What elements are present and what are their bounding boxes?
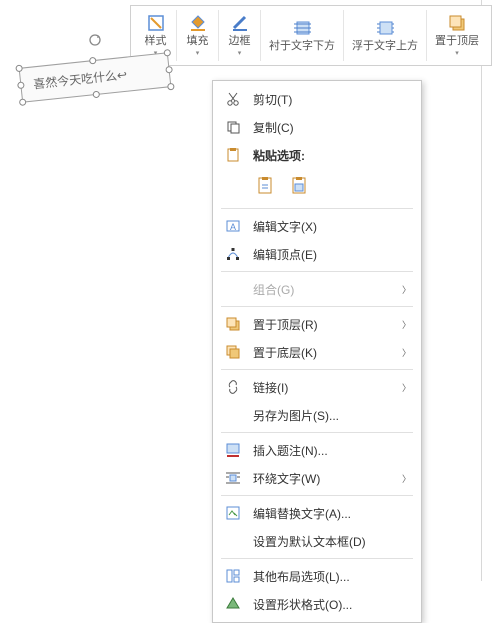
svg-text:A: A [230, 222, 236, 232]
copy-icon [223, 118, 243, 136]
resize-handle[interactable] [167, 83, 175, 91]
caption-icon [223, 441, 243, 459]
style-icon [147, 14, 165, 32]
separator [221, 306, 413, 307]
separator [221, 271, 413, 272]
border-button[interactable]: 边框 ▾ [219, 10, 261, 61]
chevron-right-icon: 〉 [402, 318, 411, 331]
behind-text-button[interactable]: 衬于文字下方 [261, 10, 344, 61]
selected-shape[interactable]: 喜然今天吃什么↩ [20, 60, 170, 110]
paste-picture[interactable] [287, 173, 313, 199]
menu-format-shape[interactable]: 设置形状格式(O)... [213, 590, 421, 618]
chevron-right-icon: 〉 [402, 283, 411, 296]
menu-more-layout[interactable]: 其他布局选项(L)... [213, 562, 421, 590]
shape-textbox[interactable]: 喜然今天吃什么↩ [19, 52, 172, 102]
separator [221, 495, 413, 496]
edit-text-icon: A [223, 217, 243, 235]
bring-top-label: 置于顶层 [435, 35, 479, 48]
rotate-handle-icon[interactable] [87, 32, 103, 48]
mini-toolbar: 样式 ▾ 填充 ▾ 边框 ▾ 衬于文字下方 浮于文字上方 置于顶层 ▾ [130, 5, 492, 66]
fill-icon [189, 14, 207, 32]
edit-points-icon [223, 245, 243, 263]
menu-paste-options-header: 粘贴选项: [213, 141, 421, 169]
style-label: 样式 [145, 35, 167, 48]
resize-handle[interactable] [19, 98, 27, 106]
bring-top-icon [448, 14, 466, 32]
resize-handle[interactable] [92, 91, 100, 99]
menu-save-as-pic[interactable]: 另存为图片(S)... [213, 401, 421, 429]
context-menu: 剪切(T) 复制(C) 粘贴选项: A编辑文字(X) 编辑顶点(E) 组合(G)… [212, 80, 422, 623]
chevron-right-icon: 〉 [402, 381, 411, 394]
blank-icon [223, 406, 243, 424]
front-text-button[interactable]: 浮于文字上方 [344, 10, 427, 61]
separator [221, 558, 413, 559]
paste-options-row [213, 169, 421, 205]
menu-link[interactable]: 链接(I)〉 [213, 373, 421, 401]
resize-handle[interactable] [165, 65, 173, 73]
link-icon [223, 378, 243, 396]
resize-handle[interactable] [89, 57, 97, 65]
bring-front-icon [223, 315, 243, 333]
menu-group: 组合(G)〉 [213, 275, 421, 303]
menu-copy[interactable]: 复制(C) [213, 113, 421, 141]
menu-caption[interactable]: 插入题注(N)... [213, 436, 421, 464]
resize-handle[interactable] [17, 81, 25, 89]
blank-icon [223, 532, 243, 550]
menu-default-textbox[interactable]: 设置为默认文本框(D) [213, 527, 421, 555]
group-icon [223, 280, 243, 298]
cut-icon [223, 90, 243, 108]
front-text-label: 浮于文字上方 [352, 40, 418, 53]
chevron-down-icon: ▾ [196, 49, 200, 57]
front-text-icon [376, 19, 394, 37]
menu-send-bottom[interactable]: 置于底层(K)〉 [213, 338, 421, 366]
border-icon [231, 14, 249, 32]
separator [221, 369, 413, 370]
behind-text-icon [293, 19, 311, 37]
menu-bring-top[interactable]: 置于顶层(R)〉 [213, 310, 421, 338]
bring-top-button[interactable]: 置于顶层 ▾ [427, 10, 487, 61]
menu-alt-text[interactable]: 编辑替换文字(A)... [213, 499, 421, 527]
chevron-right-icon: 〉 [402, 346, 411, 359]
menu-wrap-text[interactable]: 环绕文字(W)〉 [213, 464, 421, 492]
send-back-icon [223, 343, 243, 361]
menu-edit-text[interactable]: A编辑文字(X) [213, 212, 421, 240]
chevron-down-icon: ▾ [455, 49, 459, 57]
layout-icon [223, 567, 243, 585]
paste-keep-formatting[interactable] [253, 173, 279, 199]
paste-icon [223, 146, 243, 164]
separator [221, 208, 413, 209]
fill-label: 填充 [187, 35, 209, 48]
behind-text-label: 衬于文字下方 [269, 40, 335, 53]
resize-handle[interactable] [15, 65, 23, 73]
shape-text: 喜然今天吃什么↩ [33, 68, 128, 92]
page-margin [481, 0, 482, 581]
menu-edit-points[interactable]: 编辑顶点(E) [213, 240, 421, 268]
alt-text-icon [223, 504, 243, 522]
menu-cut[interactable]: 剪切(T) [213, 85, 421, 113]
border-label: 边框 [229, 35, 251, 48]
fill-button[interactable]: 填充 ▾ [177, 10, 219, 61]
chevron-down-icon: ▾ [238, 49, 242, 57]
separator [221, 432, 413, 433]
format-shape-icon [223, 595, 243, 613]
wrap-icon [223, 469, 243, 487]
chevron-right-icon: 〉 [402, 472, 411, 485]
